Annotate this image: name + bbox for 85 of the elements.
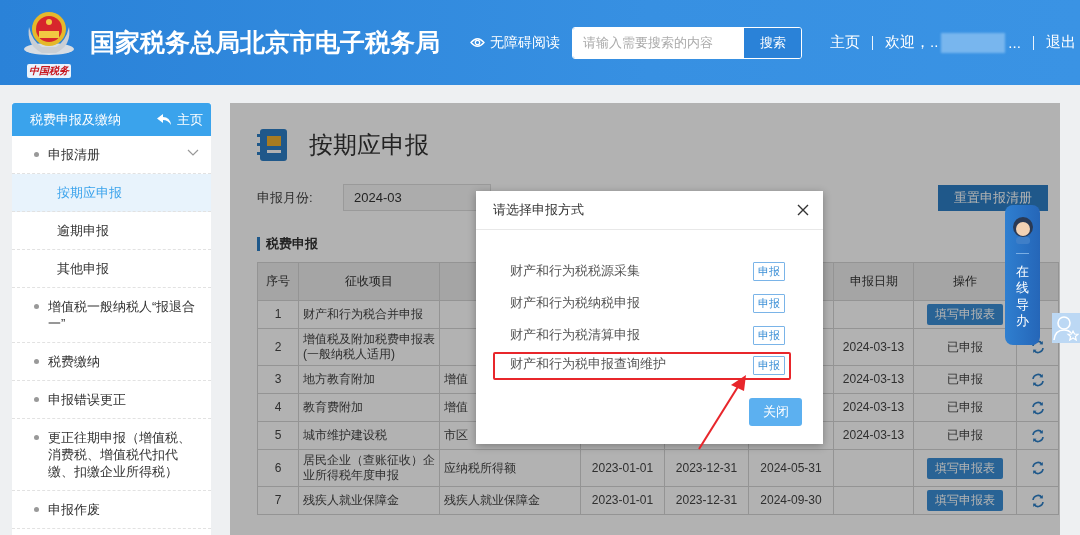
refresh-icon[interactable] [1030,372,1045,387]
fill-form-button[interactable]: 填写申报表 [927,457,1003,479]
welcome-text: 欢迎，.. [885,33,939,52]
close-button[interactable]: 关闭 [749,398,802,426]
logo-caption: 中国税务 [27,64,71,78]
table-cell: 2 [257,328,299,366]
table-cell: 2023-12-31 [664,449,749,487]
bullet-icon [34,304,39,309]
column-header: 申报日期 [833,262,914,301]
sidebar-item[interactable]: 申报作废 [12,491,211,529]
bullet-icon [34,359,39,364]
status-cell: 已申报 [913,365,1017,394]
field-label: 申报月份: [257,188,314,207]
site-title: 国家税务总局北京市电子税务局 [90,27,440,58]
back-arrow-icon [157,114,171,125]
sidebar-item[interactable]: 申报错误更正 [12,381,211,419]
table-cell: 2024-03-13 [833,393,914,422]
table-cell: 2024-09-30 [748,486,834,515]
sidebar-subitem[interactable]: 其他申报 [12,250,211,288]
table-cell: 2024-03-13 [833,421,914,450]
declare-button[interactable]: 申报 [753,356,785,375]
eye-icon [470,37,485,48]
section-title: 税费申报 [266,235,318,253]
dialog-title: 请选择申报方式 [493,201,584,219]
bullet-icon [34,507,39,512]
logout-link[interactable]: 退出 [1045,33,1076,52]
fill-form-button[interactable]: 填写申报表 [927,304,1003,325]
bullet-icon [34,152,39,157]
table-cell: 2023-01-01 [580,486,665,515]
table-cell: 2024-03-13 [833,328,914,366]
bullet-icon [34,435,39,440]
table-cell: 应纳税所得额 [439,449,581,487]
fill-form-button[interactable]: 填写申报表 [927,490,1003,511]
table-cell: 残疾人就业保障金 [439,486,581,515]
declare-button[interactable]: 申报 [753,261,785,281]
sidebar-item[interactable]: 增值税一般纳税人“报退合一” [12,288,211,343]
welcome-text: ... [1008,34,1021,51]
table-cell: 增值税及附加税费申报表(一般纳税人适用) [298,328,440,366]
refresh-icon[interactable] [1030,428,1045,443]
home-link[interactable]: 主页 [157,110,203,129]
accessibility-link[interactable]: 无障碍阅读 [490,33,560,52]
table-cell: 6 [257,449,299,487]
month-field[interactable]: 2024-03 [343,184,491,211]
table-cell: 1 [257,300,299,329]
column-header: 序号 [257,262,299,301]
redaction-block [941,32,1006,53]
table-cell: 5 [257,421,299,450]
bullet-icon [34,397,39,402]
page-title: 按期应申报 [309,130,429,160]
close-button[interactable] [797,204,809,216]
table-cell: 4 [257,393,299,422]
table-cell: 居民企业（查账征收）企业所得税年度申报 [298,449,440,487]
option-label: 财产和行为税税源采集 [510,262,640,280]
table-cell: 2023-12-31 [664,486,749,515]
reset-button[interactable]: 重置申报清册 [938,184,1048,211]
table-cell: 2024-03-13 [833,365,914,394]
sidebar-subitem[interactable]: 逾期申报 [12,212,211,250]
chevron-icon [187,149,199,156]
table-cell: 残疾人就业保障金 [298,486,440,515]
status-cell: 已申报 [913,393,1017,422]
table-cell: 地方教育附加 [298,365,440,394]
sidebar-subitem[interactable]: 按期应申报 [12,174,211,212]
online-guide-tab[interactable]: 在线导办 [1005,205,1040,345]
status-cell: 已申报 [913,421,1017,450]
table-cell: 2023-01-01 [580,449,665,487]
sidebar-title: 税费申报及缴纳 [30,110,121,129]
refresh-icon[interactable] [1030,340,1045,355]
table-cell: 2024-05-31 [748,449,834,487]
column-header: 征收项目 [298,262,440,301]
declare-button[interactable]: 申报 [753,325,785,345]
table-cell: 财产和行为税合并申报 [298,300,440,329]
option-label: 财产和行为税纳税申报 [510,294,640,312]
refresh-icon[interactable] [1030,400,1045,415]
declare-button[interactable]: 申报 [753,293,785,313]
home-link[interactable]: 主页 [830,33,860,52]
table-cell: 教育费附加 [298,393,440,422]
refresh-icon[interactable] [1030,493,1045,508]
table-cell: 3 [257,365,299,394]
refresh-icon[interactable] [1030,461,1045,476]
table-cell: 城市维护建设税 [298,421,440,450]
option-label: 财产和行为税清算申报 [510,326,640,344]
sidebar-item[interactable]: 税费缴纳 [12,343,211,381]
sidebar-item[interactable]: 更正往期申报（增值税、消费税、增值税代扣代缴、扣缴企业所得税） [12,419,211,491]
table-cell: 7 [257,486,299,515]
notebook-icon [257,128,289,162]
